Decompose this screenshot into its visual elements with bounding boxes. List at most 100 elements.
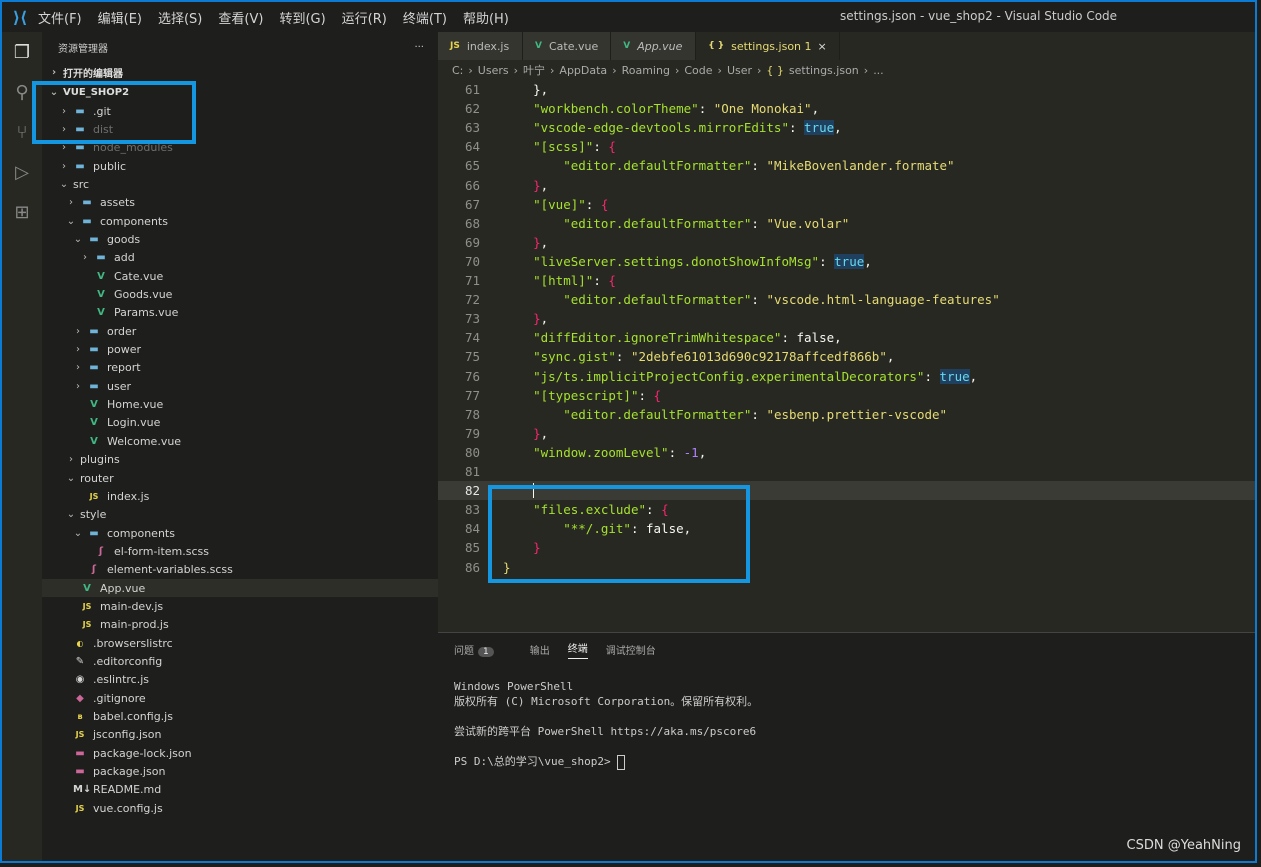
code-token: :: [615, 349, 631, 365]
code-text: "diffEditor.ignoreTrimWhitespace": false…: [503, 328, 842, 347]
tree-item[interactable]: › ▬ assets: [42, 194, 461, 212]
menu-item[interactable]: 编辑(E): [98, 12, 142, 27]
tree-item[interactable]: ʃ el-form-item.scss: [42, 542, 475, 560]
tree-item[interactable]: ◐ .browserslistrc: [42, 634, 454, 652]
breadcrumb-separator: ›: [757, 63, 762, 77]
breadcrumb-item[interactable]: Users: [478, 64, 509, 77]
tree-item[interactable]: › ▬ report: [42, 359, 468, 377]
code-token: "window.zoomLevel": [533, 444, 669, 460]
breadcrumb-item[interactable]: Code: [684, 64, 712, 77]
open-editors-section[interactable]: › 打开的编辑器: [42, 62, 438, 82]
terminal-output[interactable]: Windows PowerShell 版权所有 (C) Microsoft Cor…: [438, 665, 1255, 770]
editor-tab[interactable]: V Cate.vue: [523, 32, 612, 60]
tree-item[interactable]: ⌄ style: [42, 506, 461, 524]
code-text: "window.zoomLevel": -1,: [503, 443, 706, 462]
tree-item[interactable]: JS index.js: [42, 487, 468, 505]
terminal-line: 尝试新的跨平台 PowerShell https://aka.ms/pscore…: [454, 724, 1255, 739]
problems-badge: 1: [478, 646, 494, 657]
breadcrumb-item[interactable]: settings.json: [789, 64, 859, 77]
tree-item[interactable]: JS main-dev.js: [42, 597, 461, 615]
run-debug-icon[interactable]: ▷: [2, 152, 42, 192]
tree-item[interactable]: › ▬ order: [42, 322, 468, 340]
extensions-icon[interactable]: ⊞: [2, 192, 42, 232]
code-line: 65 "editor.defaultFormatter": "MikeBoven…: [438, 156, 1255, 175]
open-editors-label: 打开的编辑器: [63, 68, 123, 80]
panel-tab[interactable]: 问题 1: [454, 642, 512, 657]
tree-item[interactable]: V Home.vue: [42, 396, 468, 414]
panel-tab[interactable]: 输出: [530, 642, 550, 657]
js-icon: JS: [89, 491, 99, 501]
code-token: ,: [540, 425, 549, 441]
tree-item-label: package-lock.json: [93, 746, 192, 760]
tree-item[interactable]: › plugins: [42, 451, 461, 469]
tree-item-label: user: [107, 379, 131, 393]
code-token: "vscode-edge-devtools.mirrorEdits": [533, 120, 789, 136]
tree-item[interactable]: ◆ .gitignore: [42, 689, 454, 707]
tree-item[interactable]: V Params.vue: [42, 304, 475, 322]
menu-item[interactable]: 帮助(H): [463, 12, 509, 27]
breadcrumb-item[interactable]: 叶宁: [523, 62, 545, 78]
menu-item[interactable]: 转到(G): [279, 12, 325, 27]
tree-item[interactable]: V Cate.vue: [42, 267, 475, 285]
breadcrumb-item[interactable]: C:: [452, 64, 463, 77]
editor-tab[interactable]: { } settings.json 1 ×: [696, 32, 840, 60]
editor-tab[interactable]: JS index.js: [438, 32, 523, 60]
tree-item[interactable]: › ▬ power: [42, 341, 468, 359]
line-number: 65: [464, 158, 480, 174]
tree-item[interactable]: ✎ .editorconfig: [42, 653, 454, 671]
tree-item[interactable]: ⌄ router: [42, 469, 461, 487]
terminal-line: 版权所有 (C) Microsoft Corporation。保留所有权利。: [454, 694, 1255, 709]
more-actions-icon[interactable]: ···: [414, 42, 424, 53]
menu-item[interactable]: 运行(R): [342, 12, 387, 27]
breadcrumb-item[interactable]: AppData: [559, 64, 607, 77]
tree-item-label: report: [107, 361, 141, 375]
code-text: },: [503, 309, 548, 328]
breadcrumb-item[interactable]: { }: [766, 64, 784, 77]
breadcrumb-item[interactable]: Roaming: [622, 64, 670, 77]
breadcrumb-separator: ›: [612, 63, 617, 77]
tree-item[interactable]: ⌄ src: [42, 175, 454, 193]
highlight-box-code: [488, 485, 750, 583]
tree-item[interactable]: V Login.vue: [42, 414, 468, 432]
tree-item[interactable]: › ▬ public: [42, 157, 454, 175]
tree-item[interactable]: JS jsconfig.json: [42, 726, 454, 744]
menu-item[interactable]: 文件(F): [38, 12, 82, 27]
code-token: "[typescript]": [533, 387, 639, 403]
tree-item[interactable]: M↓ README.md: [42, 781, 454, 799]
chevron-down-icon: ⌄: [66, 215, 76, 227]
editor-tab[interactable]: V App.vue: [611, 32, 697, 60]
code-token: :: [924, 368, 940, 384]
tree-item[interactable]: V Welcome.vue: [42, 432, 468, 450]
tree-item[interactable]: ▬ package.json: [42, 763, 454, 781]
tree-item[interactable]: JS main-prod.js: [42, 616, 461, 634]
tree-item[interactable]: ⌄ ▬ components: [42, 212, 461, 230]
tree-item[interactable]: ◉ .eslintrc.js: [42, 671, 454, 689]
tree-item-label: Home.vue: [107, 398, 164, 412]
tree-item[interactable]: ⌄ ▬ components: [42, 524, 468, 542]
menu-item[interactable]: 查看(V): [218, 12, 263, 27]
menu-item[interactable]: 选择(S): [158, 12, 202, 27]
panel-tab[interactable]: 终端: [567, 640, 588, 659]
tree-item[interactable]: › ▬ add: [42, 249, 475, 267]
tree-item[interactable]: V Goods.vue: [42, 286, 475, 304]
breadcrumb-item[interactable]: User: [727, 64, 752, 77]
close-icon[interactable]: ×: [818, 40, 827, 53]
code-line: 67 "[vue]": {: [438, 195, 1255, 214]
tree-item[interactable]: ʃ element-variables.scss: [42, 561, 468, 579]
tree-item[interactable]: ʙ babel.config.js: [42, 708, 454, 726]
menu-item[interactable]: 终端(T): [403, 12, 447, 27]
line-number: 73: [464, 311, 480, 327]
code-token: "vscode.html-language-features": [766, 292, 1000, 308]
breadcrumb-item[interactable]: ...: [873, 64, 884, 77]
tree-item[interactable]: JS vue.config.js: [42, 799, 454, 817]
panel-tab[interactable]: 调试控制台: [606, 642, 656, 657]
tree-item[interactable]: ▬ package-lock.json: [42, 744, 454, 762]
explorer-icon[interactable]: ❐: [2, 32, 42, 72]
tree-item[interactable]: V App.vue: [42, 579, 461, 598]
tree-item[interactable]: ⌄ ▬ goods: [42, 230, 468, 248]
tree-item[interactable]: › ▬ user: [42, 377, 468, 395]
tree-item-label: element-variables.scss: [107, 563, 233, 577]
